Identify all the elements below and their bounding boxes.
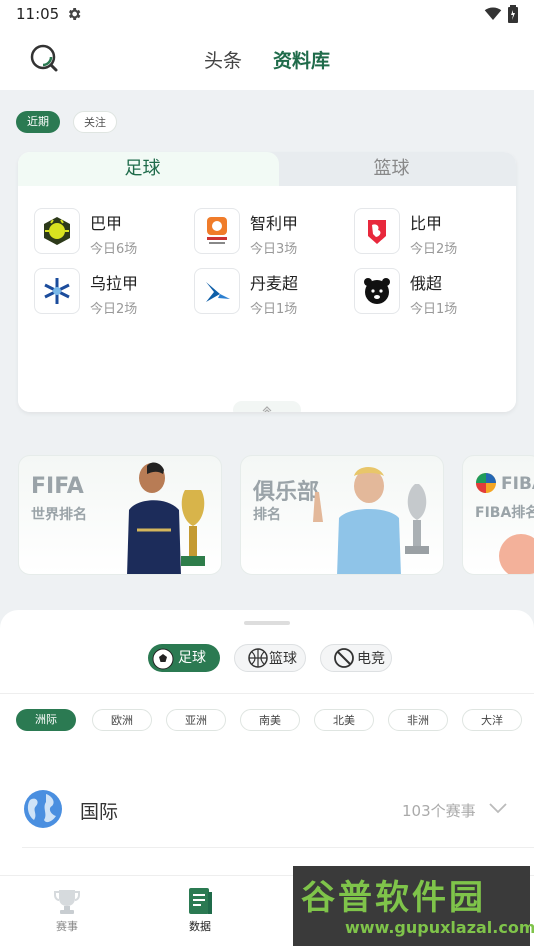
tab-football[interactable]: 足球: [18, 152, 279, 186]
sport-pill-basketball[interactable]: 篮球: [234, 644, 306, 672]
league-item-denmark[interactable]: 丹麦超 今日1场: [194, 268, 344, 317]
ranking-card-fiba[interactable]: FIBA FIBA排名: [462, 455, 534, 575]
chip-recent[interactable]: 近期: [16, 111, 60, 133]
chip-follow[interactable]: 关注: [73, 111, 117, 133]
battery-icon: [508, 5, 518, 23]
brazil-league-logo-icon: [34, 208, 80, 254]
league-count: 今日2场: [90, 302, 138, 317]
league-item-uruguay[interactable]: 乌拉甲 今日2场: [34, 268, 184, 317]
club-player-trophy-image: [313, 467, 429, 574]
league-item-russia[interactable]: 俄超 今日1场: [354, 268, 504, 317]
league-count: 今日1场: [410, 302, 458, 317]
ranking-subtitle: 世界排名: [31, 507, 87, 523]
league-card: 篮球 足球 巴甲 今日6场 智利甲 今日3场 比甲 今日2场 乌拉甲 今日2场 …: [18, 152, 516, 412]
ranking-subtitle: FIBA排名: [475, 505, 534, 521]
football-icon: [152, 648, 174, 670]
league-count: 今日6场: [90, 242, 138, 257]
chevron-down-icon: [489, 803, 507, 814]
sport-pill-label: 篮球: [269, 651, 297, 667]
sport-pill-label: 电竞: [357, 651, 385, 667]
trophy-icon: [54, 890, 80, 914]
settings-gear-icon: [68, 8, 81, 20]
wifi-icon: [484, 7, 502, 20]
ranking-subtitle: 排名: [253, 507, 281, 523]
belgium-league-logo-icon: [354, 208, 400, 254]
ranking-card-club[interactable]: 俱乐部 排名: [240, 455, 444, 575]
sport-pill-football[interactable]: 足球: [148, 644, 220, 672]
league-name: 比甲: [410, 214, 443, 233]
football-player-trophy-image: [127, 462, 205, 574]
league-count: 今日3场: [250, 242, 298, 257]
league-name: 丹麦超: [250, 274, 299, 293]
league-item-belgium[interactable]: 比甲 今日2场: [354, 208, 504, 257]
region-chip-south-america[interactable]: 南美: [240, 709, 300, 731]
search-icon[interactable]: [28, 42, 60, 74]
esports-icon: [334, 648, 354, 668]
globe-icon: [24, 790, 62, 828]
app-header: 头条 资料库: [0, 30, 534, 90]
region-chip-africa[interactable]: 非洲: [388, 709, 448, 731]
basketball-icon: [499, 534, 534, 574]
region-chip-intercontinental[interactable]: 洲际: [16, 709, 76, 731]
uruguay-league-logo-icon: [34, 268, 80, 314]
league-name: 俄超: [410, 274, 443, 293]
fiba-logo-icon: [476, 473, 496, 493]
sport-pill-label: 足球: [178, 650, 206, 666]
watermark-title: 谷普软件园: [301, 878, 486, 918]
divider: [0, 693, 534, 694]
nav-item-data[interactable]: 数据: [170, 886, 230, 934]
row-divider: [22, 847, 534, 848]
league-count: 今日2场: [410, 242, 458, 257]
basketball-icon: [248, 648, 268, 668]
league-count: 今日1场: [250, 302, 298, 317]
tab-headlines[interactable]: 头条: [204, 46, 242, 73]
region-chip-europe[interactable]: 欧洲: [92, 709, 152, 731]
data-book-icon: [189, 888, 212, 914]
chevron-up-icon: [262, 405, 272, 412]
collapse-toggle[interactable]: [233, 401, 301, 412]
watermark-url: www.gupuxlazal.com: [345, 918, 534, 937]
site-watermark: 谷普软件园 www.gupuxlazal.com: [293, 866, 534, 946]
league-item-brazil[interactable]: 巴甲 今日6场: [34, 208, 184, 257]
status-bar: 11:05: [0, 0, 534, 30]
chile-league-logo-icon: [194, 208, 240, 254]
denmark-league-logo-icon: [194, 268, 240, 314]
region-chip-oceania[interactable]: 大洋: [462, 709, 522, 731]
sheet-drag-handle[interactable]: [244, 621, 290, 625]
status-time: 11:05: [16, 5, 60, 23]
tab-basketball[interactable]: 篮球: [267, 152, 516, 186]
league-name: 智利甲: [250, 214, 299, 233]
league-item-chile[interactable]: 智利甲 今日3场: [194, 208, 344, 257]
region-chip-asia[interactable]: 亚洲: [166, 709, 226, 731]
nav-item-matches[interactable]: 赛事: [37, 886, 97, 934]
ranking-title: FIBA: [501, 474, 534, 494]
competition-row-international[interactable]: 国际 103个赛事: [0, 785, 534, 845]
bottom-sheet: 足球 篮球 电竞 洲际 欧洲 亚洲 南美 北美 非洲 大洋 国际 103个赛事: [0, 610, 534, 875]
nav-label: 数据: [189, 920, 211, 933]
ranking-card-fifa[interactable]: FIFA 世界排名: [18, 455, 222, 575]
league-name: 乌拉甲: [90, 274, 139, 293]
competition-count: 103个赛事: [402, 802, 476, 820]
league-name: 巴甲: [90, 214, 123, 233]
tab-database[interactable]: 资料库: [273, 46, 330, 73]
russia-league-logo-icon: [354, 268, 400, 314]
nav-label: 赛事: [56, 920, 78, 933]
sport-pill-esports[interactable]: 电竞: [320, 644, 392, 672]
region-chip-north-america[interactable]: 北美: [314, 709, 374, 731]
competition-label: 国际: [80, 801, 119, 823]
ranking-title: FIFA: [31, 474, 84, 499]
league-grid: 巴甲 今日6场 智利甲 今日3场 比甲 今日2场 乌拉甲 今日2场 丹麦超 今日…: [18, 186, 516, 412]
